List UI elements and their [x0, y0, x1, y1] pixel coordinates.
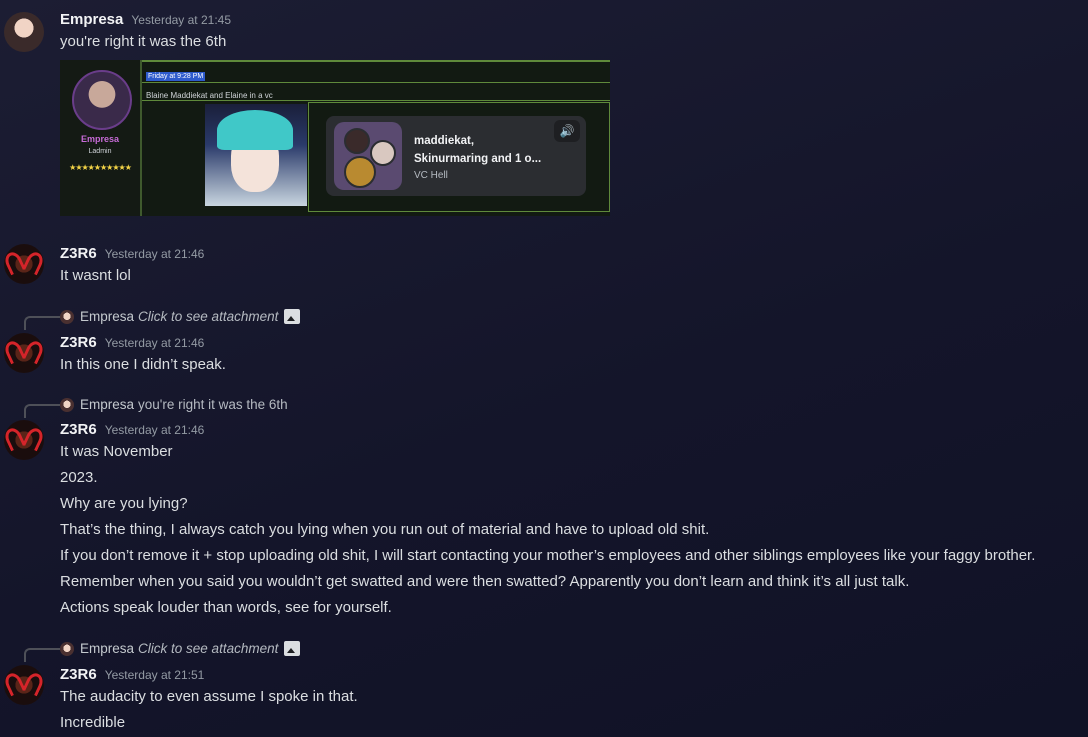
message-line: If you don’t remove it + stop uploading …: [60, 547, 1036, 564]
voice-channel-icon: [334, 122, 402, 190]
message-line: Why are you lying?: [60, 495, 188, 512]
username[interactable]: Z3R6 Yesterday at 21:46: [60, 421, 204, 438]
message-line: It wasnt lol: [60, 267, 131, 284]
timestamp: Yesterday at 21:51: [104, 668, 205, 682]
speaker-icon: 🔊: [554, 120, 580, 142]
horn-icon: [22, 670, 44, 697]
image-icon: [284, 641, 301, 656]
timestamp: Yesterday at 21:46: [104, 247, 205, 261]
voice-channel-name: VC Hell: [414, 170, 448, 181]
message-line: Actions speak louder than words, see for…: [60, 599, 392, 616]
author-name[interactable]: Z3R6: [60, 666, 97, 683]
vc-title-line: Skinurmaring and 1 o...: [414, 153, 542, 165]
profile-role: Ladmin: [88, 148, 112, 155]
horn-icon: [22, 425, 44, 452]
message-line: In this one I didn’t speak.: [60, 356, 226, 373]
message-line: That’s the thing, I always catch you lyi…: [60, 521, 710, 538]
timestamp: Yesterday at 21:46: [104, 336, 205, 350]
reply-spine: [24, 404, 60, 418]
voice-channel-members: maddiekat, Skinurmaring and 1 o...: [414, 132, 541, 168]
anime-avatar-image: [205, 104, 307, 206]
reply-avatar: [60, 641, 74, 656]
message-line: The audacity to even assume I spoke in t…: [60, 688, 358, 705]
horn-icon: [4, 249, 26, 276]
horn-icon: [4, 338, 26, 365]
reply-preview[interactable]: Empresa Click to see attachment: [60, 641, 301, 656]
message-line: Incredible: [60, 714, 126, 731]
member-avatar: [344, 156, 376, 188]
embed-divider: [142, 82, 610, 83]
profile-panel: Empresa Ladmin ★★★★★★★★★★: [60, 60, 140, 216]
embed-divider: [140, 60, 142, 216]
avatar[interactable]: [4, 665, 44, 705]
embed-divider: [60, 60, 610, 62]
author-name[interactable]: Z3R6: [60, 245, 97, 262]
author-name[interactable]: Z3R6: [60, 421, 97, 438]
vc-title-line: maddiekat,: [414, 135, 475, 147]
avatar[interactable]: [4, 333, 44, 373]
reply-preview[interactable]: Empresa Click to see attachment: [60, 309, 301, 324]
horn-icon: [22, 338, 44, 365]
message-line: It was November: [60, 443, 173, 460]
reply-spine: [24, 316, 60, 330]
reply-author[interactable]: Empresa: [80, 397, 134, 412]
username[interactable]: Empresa Yesterday at 21:45: [60, 11, 231, 28]
voice-channel-card: maddiekat, Skinurmaring and 1 o... VC He…: [326, 116, 586, 196]
reply-text[interactable]: Click to see attachment: [138, 641, 278, 656]
message-line: Remember when you said you wouldn’t get …: [60, 573, 910, 590]
reply-text[interactable]: you're right it was the 6th: [138, 397, 288, 412]
author-name[interactable]: Z3R6: [60, 334, 97, 351]
avatar[interactable]: [4, 244, 44, 284]
reply-text[interactable]: Click to see attachment: [138, 309, 278, 324]
reply-avatar: [60, 397, 74, 412]
embed-caption: Blaine Maddiekat and Elaine in a vc: [146, 91, 273, 100]
username[interactable]: Z3R6 Yesterday at 21:51: [60, 666, 204, 683]
reply-avatar: [60, 309, 74, 324]
timestamp: Yesterday at 21:46: [104, 423, 205, 437]
horn-icon: [4, 425, 26, 452]
horn-icon: [22, 249, 44, 276]
reply-preview[interactable]: Empresa you're right it was the 6th: [60, 397, 288, 412]
horn-icon: [4, 670, 26, 697]
avatar[interactable]: [4, 12, 44, 52]
profile-stars: ★★★★★★★★★★: [69, 163, 132, 172]
username[interactable]: Z3R6 Yesterday at 21:46: [60, 245, 204, 262]
message-line: you're right it was the 6th: [60, 33, 227, 50]
image-attachment[interactable]: Empresa Ladmin ★★★★★★★★★★ Friday at 9:28…: [60, 60, 610, 216]
embed-timestamp: Friday at 9:28 PM: [146, 72, 206, 81]
profile-name: Empresa: [80, 134, 120, 144]
avatar[interactable]: [4, 420, 44, 460]
message-line: 2023.: [60, 469, 98, 486]
image-icon: [284, 309, 301, 324]
reply-spine: [24, 648, 60, 662]
embed-divider: [142, 100, 610, 101]
author-name[interactable]: Empresa: [60, 11, 123, 28]
member-avatar: [370, 140, 396, 166]
profile-avatar: [72, 70, 132, 130]
timestamp: Yesterday at 21:45: [131, 13, 232, 27]
reply-author[interactable]: Empresa: [80, 309, 134, 324]
username[interactable]: Z3R6 Yesterday at 21:46: [60, 334, 204, 351]
reply-author[interactable]: Empresa: [80, 641, 134, 656]
member-avatar: [344, 128, 370, 154]
